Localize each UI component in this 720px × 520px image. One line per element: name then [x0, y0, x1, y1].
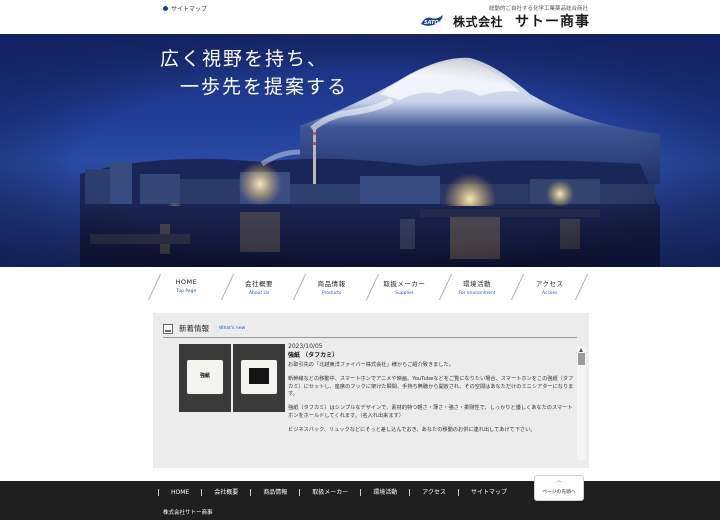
- nav-item-sublabel: Products: [321, 291, 342, 296]
- nav-item-access[interactable]: アクセス Access: [513, 271, 586, 303]
- nav-item-sublabel: Top Page: [176, 289, 197, 294]
- nav-item-label: HOME: [175, 278, 198, 286]
- product-photo-front: 強紙: [179, 344, 231, 412]
- news-title: 新着情報: [179, 324, 209, 333]
- nav-item-label: 会社概要: [245, 280, 273, 288]
- news-paragraph: 新幹線などの移動中、スマートホンでアニメや映画、YouTubeなどをご覧になりた…: [288, 376, 574, 398]
- hero-catchcopy-line2: 一歩先を提案する: [180, 76, 349, 98]
- product-card-label: 強紙: [199, 373, 210, 379]
- news-paragraph: お取引先の「北越東洋ファイバー株式会社」様からご紹介致きました。: [288, 361, 454, 368]
- hero-night-port-image: [0, 34, 720, 267]
- nav-item-sublabel: Access: [541, 291, 558, 296]
- news-title-en: What's new: [219, 326, 246, 331]
- bullet-icon: [163, 6, 168, 11]
- footer-link-about[interactable]: 会社概要: [201, 489, 250, 496]
- site-footer: HOME 会社概要 商品情報 取扱メーカー 環境活動 アクセス サイトマップ 株…: [0, 481, 720, 520]
- monitor-icon: [163, 323, 173, 334]
- news-date: 2023/10/05: [288, 343, 323, 350]
- product-card: 強紙: [187, 360, 223, 394]
- scroll-thumb[interactable]: [578, 353, 585, 365]
- company-name: サトー商事: [515, 14, 590, 30]
- footer-link-home[interactable]: HOME: [158, 489, 201, 496]
- nav-item-about[interactable]: 会社概要 About Us: [223, 271, 296, 303]
- news-paragraph: 強紙（タフカミ）はシンプルなデザインで、素材的特つ軽さ・薄さ・強さ・柔剛性で、し…: [288, 405, 573, 419]
- footer-nav: HOME 会社概要 商品情報 取扱メーカー 環境活動 アクセス サイトマップ: [158, 489, 519, 496]
- brand-logo-link[interactable]: SATO 株式会社 サトー商事: [419, 11, 590, 31]
- svg-text:SATO: SATO: [424, 20, 439, 26]
- nav-item-supplier[interactable]: 取扱メーカー Supplier: [368, 271, 441, 303]
- nav-item-label: アクセス: [535, 280, 564, 288]
- news-heading: 新着情報 What's new: [163, 320, 577, 338]
- global-nav: HOME Top Page 会社概要 About Us 商品情報 Product…: [150, 271, 586, 303]
- page-top-button[interactable]: ︿ ページの先頭へ: [534, 475, 584, 501]
- nav-item-label: 取扱メーカー: [383, 280, 426, 288]
- hero-banner: 広く視野を持ち、 一歩先を提案する: [0, 34, 720, 267]
- news-article: 2023/10/05 強紙 （タフカミ） お取引先の「北越東洋ファイバー株式会社…: [288, 343, 575, 463]
- chevron-up-icon: ︿: [556, 478, 562, 484]
- footer-link-sitemap[interactable]: サイトマップ: [457, 489, 519, 496]
- footer-link-supplier[interactable]: 取扱メーカー: [299, 489, 360, 496]
- footer-link-access[interactable]: アクセス: [409, 489, 458, 496]
- sitemap-link[interactable]: サイトマップ: [163, 4, 207, 13]
- page-top-label: ページの先頭へ: [542, 490, 576, 495]
- nav-item-products[interactable]: 商品情報 Products: [295, 271, 368, 303]
- site-header: サイトマップ 総動的ご自社する化学工業薬品総合商社 SATO 株式会社 サトー商…: [0, 0, 720, 34]
- footer-link-products[interactable]: 商品情報: [250, 489, 299, 496]
- nav-item-sublabel: Supplier: [395, 291, 414, 296]
- sitemap-label: サイトマップ: [171, 6, 208, 13]
- company-logo-icon: SATO: [420, 15, 443, 26]
- scroll-up-arrow-icon[interactable]: [579, 348, 583, 352]
- nav-item-sublabel: For environment: [458, 291, 496, 296]
- footer-company-name: 株式会社サトー商事: [163, 510, 213, 516]
- product-card: [241, 360, 277, 394]
- news-section: 新着情報 What's new 強紙 2023/10/05 強紙 （タフカミ） …: [153, 313, 589, 468]
- nav-item-sublabel: About Us: [248, 291, 270, 296]
- phone-screen: [249, 368, 269, 384]
- hero-catchcopy-line1: 広く視野を持ち、: [160, 48, 329, 70]
- news-item-title: 強紙 （タフカミ）: [288, 352, 339, 360]
- nav-item-label: 商品情報: [317, 280, 346, 288]
- news-paragraph: ビジネスバック、リュックなどにそっと差し込んでおき、あなたの移動のお供に連れ出し…: [288, 427, 536, 434]
- nav-item-environment[interactable]: 環境活動 For environment: [441, 271, 514, 303]
- company-kind: 株式会社: [452, 14, 503, 29]
- product-photo-phone: [233, 344, 285, 412]
- news-scrollbar[interactable]: [577, 346, 586, 460]
- nav-item-home[interactable]: HOME Top Page: [150, 271, 223, 303]
- footer-link-environment[interactable]: 環境活動: [360, 489, 409, 496]
- nav-item-label: 環境活動: [463, 280, 492, 288]
